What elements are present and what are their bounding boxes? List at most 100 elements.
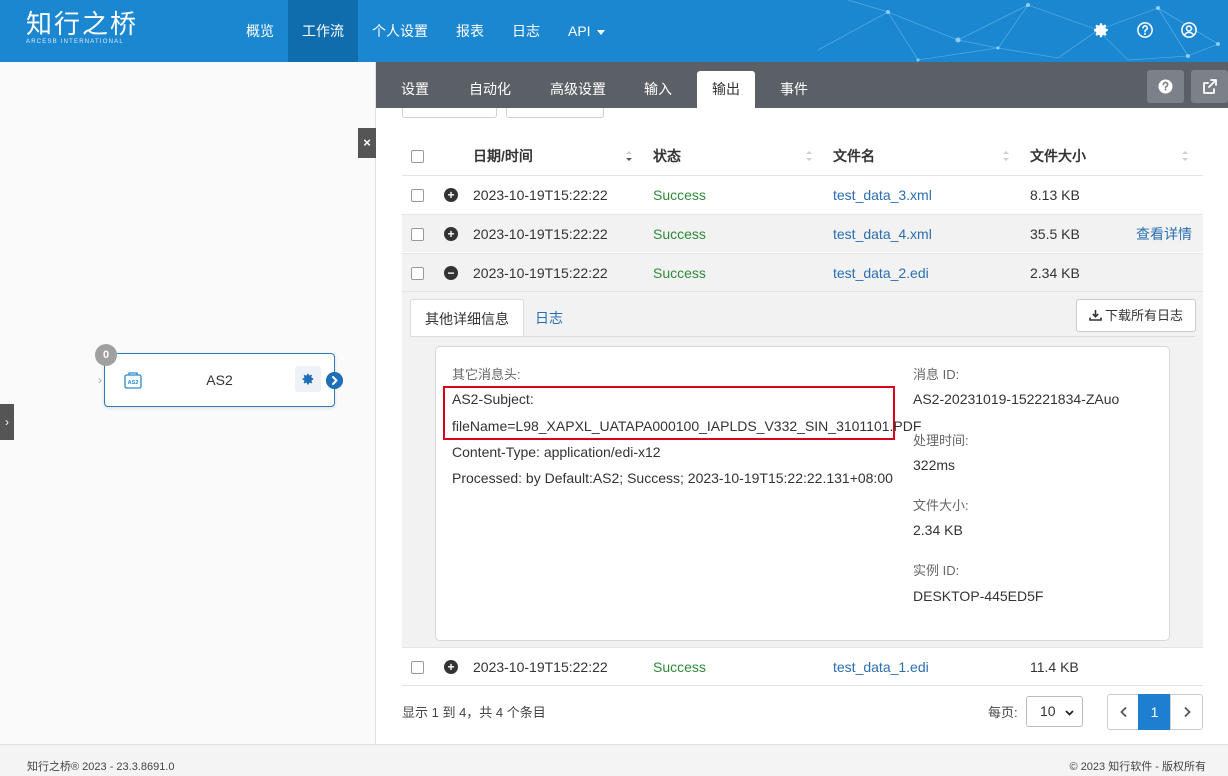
sort-icon[interactable]	[1002, 149, 1010, 163]
expand-row-plus-icon[interactable]: +	[444, 227, 458, 241]
previous-page-button[interactable]	[1107, 694, 1140, 730]
row-filesize: 2.34 KB	[1030, 265, 1080, 281]
column-header-datetime[interactable]: 日期/时间	[473, 137, 533, 175]
workflow-node-as2[interactable]: 0 › AS2 AS2	[95, 344, 343, 407]
row-checkbox[interactable]	[411, 661, 424, 674]
row-detail-panel: 其他详细信息 日志 下载所有日志 其它消息头: AS2-Subject: fil…	[402, 291, 1203, 647]
row-datetime: 2023-10-19T15:22:22	[473, 226, 608, 242]
user-circle-icon[interactable]	[1180, 21, 1198, 39]
header-line: AS2-Subject:	[452, 391, 534, 407]
nav-item-profile[interactable]: 个人设置	[358, 0, 442, 62]
caret-down-icon	[596, 29, 605, 35]
header-line: Processed: by Default:AS2; Success; 2023…	[452, 470, 893, 486]
row-status: Success	[653, 226, 706, 242]
column-header-filename[interactable]: 文件名	[833, 137, 875, 175]
node-settings-gear-icon[interactable]	[295, 366, 321, 392]
column-header-status[interactable]: 状态	[653, 137, 681, 175]
row-filesize: 8.13 KB	[1030, 187, 1080, 203]
tab-input[interactable]: 输入	[632, 71, 684, 108]
toolbar-button-stub[interactable]	[402, 108, 497, 118]
nav-item-api-label: API	[568, 23, 591, 39]
header-line: fileName=L98_XAPXL_UATAPA000100_IAPLDS_V…	[452, 418, 922, 434]
row-filename-link[interactable]: test_data_3.xml	[833, 176, 932, 214]
table-bottom-border	[402, 685, 1203, 686]
expand-sidebar-button[interactable]: ›	[0, 404, 14, 440]
help-circle-icon[interactable]	[1136, 21, 1154, 39]
view-details-link[interactable]: 查看详情	[1136, 215, 1192, 253]
tab-advanced[interactable]: 高级设置	[540, 71, 616, 108]
tab-output[interactable]: 输出	[697, 71, 755, 108]
row-status: Success	[653, 659, 706, 675]
page-button-current[interactable]: 1	[1138, 694, 1171, 730]
file-size-value: 2.34 KB	[913, 522, 963, 538]
per-page-value: 10	[1040, 703, 1056, 719]
message-id-label: 消息 ID:	[913, 367, 960, 382]
detail-tab-info[interactable]: 其他详细信息	[410, 299, 524, 337]
row-filename-link[interactable]: test_data_4.xml	[833, 215, 932, 253]
table-header: 日期/时间 状态 文件名 文件大小	[402, 137, 1203, 175]
file-size-label: 文件大小:	[913, 498, 969, 513]
detail-card: 其它消息头: AS2-Subject: fileName=L98_XAPXL_U…	[435, 346, 1170, 641]
column-header-filesize[interactable]: 文件大小	[1030, 137, 1086, 175]
row-datetime: 2023-10-19T15:22:22	[473, 265, 608, 281]
download-icon	[1089, 310, 1102, 321]
sort-icon[interactable]	[805, 149, 813, 163]
nav-item-overview[interactable]: 概览	[232, 0, 288, 62]
per-page-label: 每页:	[988, 705, 1018, 720]
collapse-row-minus-icon[interactable]: −	[444, 266, 458, 280]
expand-row-plus-icon[interactable]: +	[444, 660, 458, 674]
nav-item-logs[interactable]: 日志	[498, 0, 554, 62]
tab-events[interactable]: 事件	[768, 71, 820, 108]
row-status: Success	[653, 265, 706, 281]
header-line: Content-Type: application/edi-x12	[452, 444, 661, 460]
external-link-icon[interactable]	[1191, 70, 1228, 103]
svg-text:AS2: AS2	[128, 380, 139, 386]
node-output-port-icon[interactable]	[326, 372, 343, 389]
row-filesize: 11.4 KB	[1030, 659, 1079, 675]
select-all-checkbox[interactable]	[411, 150, 424, 163]
pagination-info: 显示 1 到 4，共 4 个条目	[402, 705, 546, 720]
tab-settings[interactable]: 设置	[388, 71, 442, 108]
toolbar-button-stub[interactable]	[506, 108, 604, 118]
tab-automation[interactable]: 自动化	[456, 71, 524, 108]
node-input-port-icon[interactable]: ›	[98, 373, 102, 387]
per-page-select[interactable]: 10	[1026, 696, 1083, 727]
top-navbar: 知行之桥 ARCESB INTERNATIONAL 概览 工作流 个人设置 报表…	[0, 0, 1228, 62]
row-filename-link[interactable]: test_data_2.edi	[833, 254, 929, 292]
processing-time-label: 处理时间:	[913, 433, 969, 448]
detail-tab-log[interactable]: 日志	[521, 299, 577, 337]
node-label: AS2	[206, 372, 233, 388]
nav-item-reports[interactable]: 报表	[442, 0, 498, 62]
sort-desc-icon[interactable]	[625, 149, 633, 163]
row-checkbox[interactable]	[411, 189, 424, 202]
nav-icon-group	[1092, 21, 1198, 39]
other-headers-label: 其它消息头:	[452, 367, 521, 382]
sort-icon[interactable]	[1181, 149, 1189, 163]
nav-item-api[interactable]: API	[554, 0, 619, 62]
expand-row-plus-icon[interactable]: +	[444, 188, 458, 202]
table-row[interactable]: − 2023-10-19T15:22:22 Success test_data_…	[402, 253, 1203, 291]
gear-icon[interactable]	[1092, 21, 1110, 39]
instance-id-label: 实例 ID:	[913, 563, 960, 578]
row-status: Success	[653, 187, 706, 203]
table-row[interactable]: + 2023-10-19T15:22:22 Success test_data_…	[402, 214, 1203, 252]
table-row[interactable]: + 2023-10-19T15:22:22 Success test_data_…	[402, 647, 1203, 685]
next-page-button[interactable]	[1170, 694, 1203, 730]
table-row[interactable]: + 2023-10-19T15:22:22 Success test_data_…	[402, 175, 1203, 213]
brand-logo[interactable]: 知行之桥 ARCESB INTERNATIONAL	[26, 10, 138, 45]
main-nav: 概览 工作流 个人设置 报表 日志 API	[232, 0, 619, 62]
row-filename-link[interactable]: test_data_1.edi	[833, 648, 929, 686]
help-icon[interactable]	[1147, 70, 1184, 103]
instance-id-value: DESKTOP-445ED5F	[913, 588, 1044, 604]
row-checkbox[interactable]	[411, 267, 424, 280]
detail-divider	[410, 336, 1195, 337]
download-all-logs-label: 下载所有日志	[1104, 308, 1183, 323]
close-panel-button[interactable]: ×	[358, 128, 376, 158]
page-footer: 知行之桥® 2023 - 23.3.8691.0 © 2023 知行软件 - 版…	[0, 744, 1228, 776]
footer-copyright: © 2023 知行软件 - 版权所有	[1069, 761, 1206, 773]
nav-item-workflow[interactable]: 工作流	[288, 0, 358, 62]
row-datetime: 2023-10-19T15:22:22	[473, 187, 608, 203]
row-checkbox[interactable]	[411, 228, 424, 241]
chevron-right-icon	[1183, 706, 1191, 718]
download-all-logs-button[interactable]: 下载所有日志	[1076, 299, 1196, 332]
